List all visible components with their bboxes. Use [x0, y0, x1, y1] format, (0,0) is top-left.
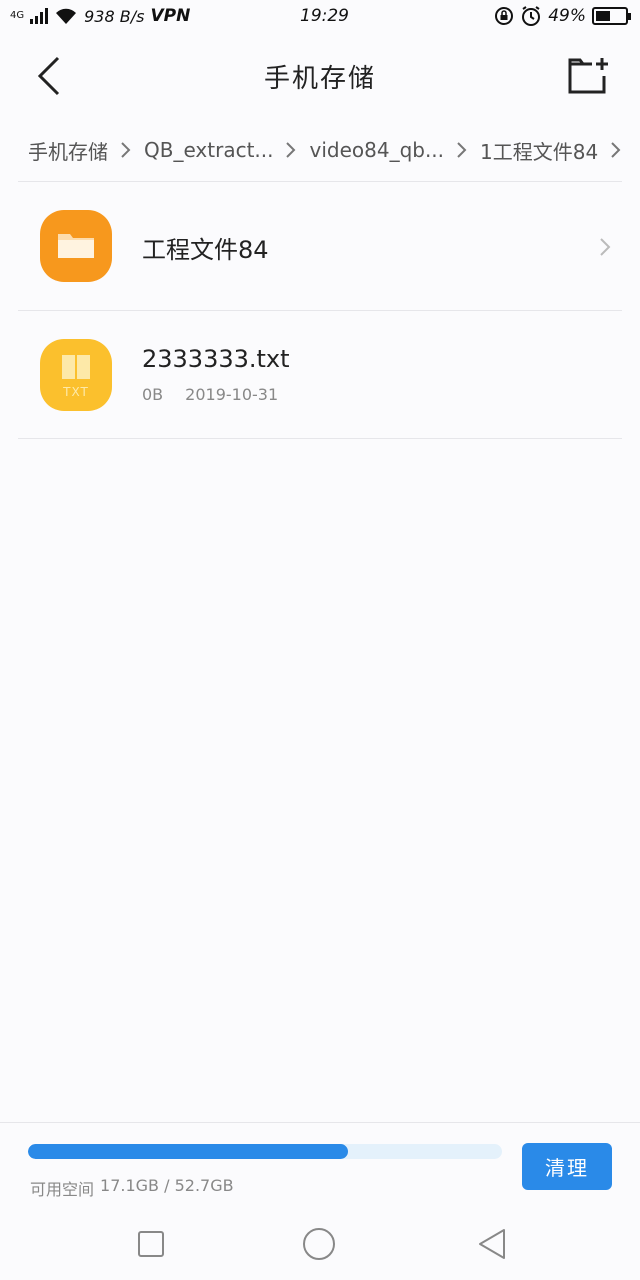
breadcrumb-item[interactable]: QB_extract...	[144, 138, 273, 162]
network-speed: 938 B/s	[84, 6, 145, 26]
file-name: 工程文件84	[142, 236, 269, 264]
clean-button[interactable]: 清理	[522, 1143, 612, 1190]
rotation-lock-icon	[495, 7, 514, 25]
status-left: 4G 938 B/s VPN	[10, 6, 190, 26]
divider	[18, 438, 622, 439]
storage-value: 17.1GB / 52.7GB	[100, 1176, 234, 1195]
chevron-right-icon	[121, 142, 131, 158]
navigation-bar	[0, 1210, 640, 1280]
file-size: 0B	[142, 385, 164, 404]
file-name: 2333333.txt	[142, 345, 290, 373]
txt-label: TXT	[63, 385, 89, 399]
battery-percent: 49%	[548, 6, 586, 26]
breadcrumb-item[interactable]: 手机存储	[28, 136, 108, 165]
wifi-icon	[56, 8, 77, 24]
storage-info: 可用空间 17.1GB / 52.7GB	[30, 1176, 234, 1200]
storage-progress	[28, 1144, 502, 1159]
page-title: 手机存储	[263, 64, 376, 94]
folder-icon	[40, 210, 112, 282]
chevron-right-icon	[600, 238, 611, 256]
clock: 19:29	[300, 6, 349, 26]
txt-file-icon: TXT	[40, 339, 112, 411]
new-folder-icon[interactable]	[566, 56, 610, 96]
signal-icon	[30, 8, 49, 24]
status-right: 49%	[494, 5, 631, 27]
breadcrumb-item[interactable]: 1工程文件84	[480, 136, 598, 165]
back-triangle-icon[interactable]	[474, 1226, 510, 1262]
storage-progress-fill	[28, 1144, 348, 1159]
file-date: 2019-10-31	[185, 385, 279, 404]
network-type: 4G	[10, 10, 25, 21]
breadcrumb: 手机存储 QB_extract... video84_qb... 1工程文件84	[0, 128, 640, 172]
status-bar: 4G 938 B/s VPN 19:29 49%	[0, 0, 640, 34]
storage-panel: 可用空间 17.1GB / 52.7GB 清理	[0, 1124, 640, 1224]
alarm-icon	[522, 6, 541, 26]
storage-label: 可用空间	[30, 1180, 95, 1199]
battery-icon	[592, 7, 631, 25]
list-item-folder[interactable]: 工程文件84	[0, 182, 640, 310]
divider	[0, 1122, 640, 1123]
file-meta: 0B 2019-10-31	[142, 385, 278, 404]
list-item-file[interactable]: TXT 2333333.txt 0B 2019-10-31	[0, 311, 640, 439]
home-icon[interactable]	[301, 1226, 337, 1262]
breadcrumb-item[interactable]: video84_qb...	[309, 138, 444, 162]
chevron-right-icon	[611, 142, 621, 158]
chevron-right-icon	[286, 142, 296, 158]
vpn-indicator: VPN	[150, 6, 191, 26]
recents-icon[interactable]	[133, 1226, 169, 1262]
chevron-right-icon	[457, 142, 467, 158]
header: 手机存储	[0, 34, 640, 116]
